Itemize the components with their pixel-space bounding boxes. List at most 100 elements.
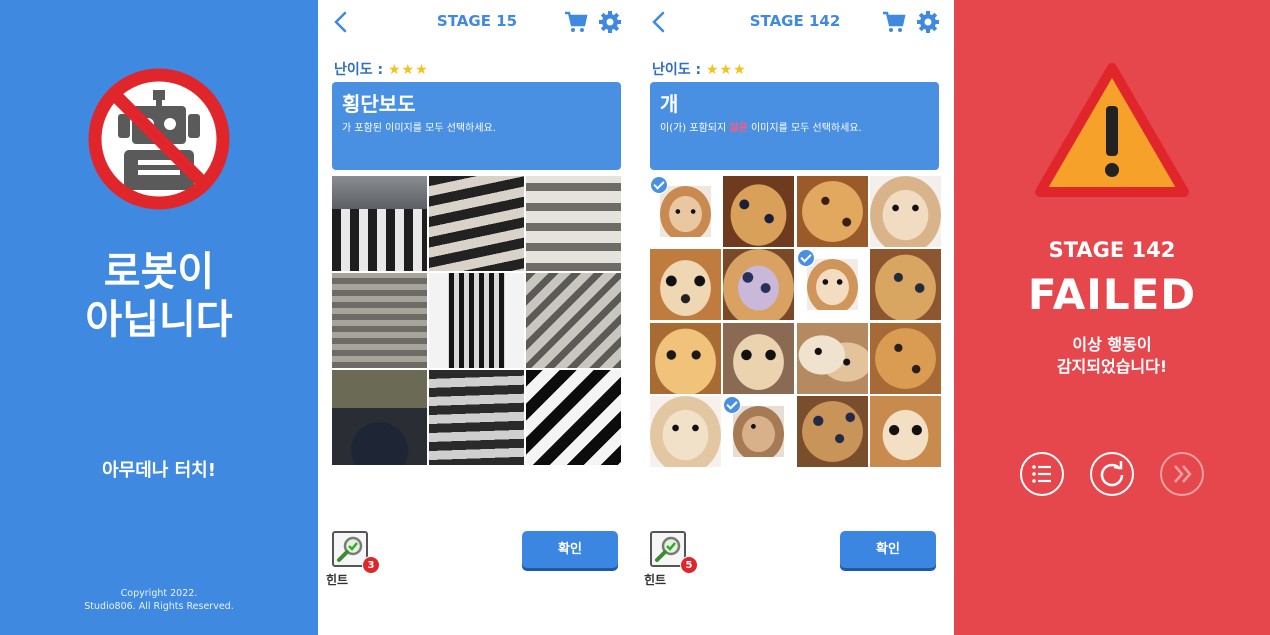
image-tile[interactable]	[429, 176, 524, 271]
copyright: Copyright 2022. Studio806. All Rights Re…	[0, 587, 318, 613]
image-tile[interactable]	[429, 370, 524, 465]
tile-image	[429, 273, 524, 368]
image-tile[interactable]	[870, 322, 941, 394]
intro-title: 로봇이 아닙니다	[0, 248, 318, 344]
image-tile[interactable]	[870, 249, 941, 321]
chihuahua-image	[870, 396, 941, 467]
difficulty-stars: ★★★	[706, 62, 747, 78]
image-tile[interactable]	[429, 273, 524, 368]
image-tile[interactable]	[526, 176, 621, 271]
image-tile[interactable]	[332, 273, 427, 368]
top-bar: STAGE 142	[636, 0, 954, 44]
image-tile-selected[interactable]	[723, 396, 794, 467]
image-tile[interactable]	[650, 396, 721, 467]
confirm-button[interactable]: 확인	[522, 531, 618, 568]
chihuahua-image	[796, 322, 868, 394]
result-message: 이상 행동이 감지되었습니다!	[954, 334, 1270, 378]
menu-list-button[interactable]	[1020, 452, 1064, 496]
hint-button[interactable]: 5	[650, 531, 698, 574]
muffin-image	[723, 176, 795, 247]
cart-icon[interactable]	[564, 10, 588, 34]
image-grid	[332, 176, 621, 465]
gear-icon[interactable]	[598, 10, 622, 34]
intro-title-line1: 로봇이	[103, 249, 215, 295]
touch-prompt[interactable]: 아무데나 터치!	[0, 456, 318, 482]
copyright-line1: Copyright 2022.	[120, 588, 198, 599]
warning-icon	[1035, 63, 1189, 197]
tile-image	[526, 273, 621, 368]
image-tile[interactable]	[723, 176, 795, 247]
hint-count-badge: 5	[680, 556, 698, 574]
result-message-line2: 감지되었습니다!	[1056, 357, 1168, 376]
difficulty: 난이도 : ★★★	[652, 59, 747, 79]
image-tile[interactable]	[526, 273, 621, 368]
result-screen: STAGE 142 FAILED 이상 행동이 감지되었습니다!	[954, 0, 1270, 635]
image-tile[interactable]	[723, 249, 795, 321]
prompt-instruction: 이(가) 포함되지 않은 이미지를 모두 선택하세요.	[660, 119, 929, 134]
difficulty: 난이도 : ★★★	[334, 59, 429, 79]
instruction-negation: 않은	[729, 123, 748, 134]
next-stage-button[interactable]	[1160, 452, 1204, 496]
tile-image	[526, 370, 621, 465]
muffin-image	[870, 249, 941, 321]
hint-button[interactable]: 3	[332, 531, 380, 574]
tile-image	[332, 176, 427, 271]
muffin-image	[650, 322, 721, 394]
gear-icon[interactable]	[916, 10, 940, 34]
image-tile-selected[interactable]	[796, 249, 868, 320]
image-tile-selected[interactable]	[650, 176, 721, 247]
captcha-prompt: 개 이(가) 포함되지 않은 이미지를 모두 선택하세요.	[650, 82, 939, 170]
image-tile[interactable]	[870, 176, 941, 247]
tile-image	[429, 370, 524, 465]
check-icon	[650, 176, 668, 194]
image-tile[interactable]	[650, 322, 721, 394]
image-tile[interactable]	[796, 322, 868, 394]
image-tile[interactable]	[796, 176, 868, 247]
muffin-image	[723, 249, 795, 321]
top-bar: STAGE 15	[318, 0, 636, 44]
stage-title: STAGE 142	[749, 12, 841, 30]
prompt-instruction: 가 포함된 이미지를 모두 선택하세요.	[342, 123, 496, 134]
difficulty-label: 난이도 :	[334, 62, 384, 78]
muffin-image	[796, 176, 868, 247]
image-tile[interactable]	[332, 370, 427, 465]
image-tile[interactable]	[723, 322, 795, 394]
chihuahua-image	[733, 406, 785, 457]
image-tile[interactable]	[650, 249, 721, 321]
chihuahua-image	[723, 322, 795, 394]
result-status: FAILED	[1027, 270, 1197, 319]
tile-image	[332, 273, 427, 368]
stage-142-screen: STAGE 142 난이도 : ★★★ 개 이(가) 포함되지 않은 이미지를 …	[636, 0, 954, 635]
confirm-button[interactable]: 확인	[840, 531, 936, 568]
chihuahua-image	[806, 259, 858, 311]
instruction-post: 이미지를 모두 선택하세요.	[747, 123, 862, 134]
prompt-keyword: 횡단보도	[342, 92, 416, 116]
image-tile[interactable]	[870, 396, 941, 467]
tile-image	[429, 176, 524, 271]
copyright-line2: Studio806. All Rights Reserved.	[84, 601, 234, 612]
hint-label: 힌트	[326, 573, 349, 587]
stage-title: STAGE 15	[436, 12, 518, 30]
double-chevron-right-icon	[1174, 465, 1192, 483]
image-tile[interactable]	[332, 176, 427, 271]
chihuahua-image	[870, 176, 941, 247]
no-robot-icon	[88, 68, 230, 210]
image-tile[interactable]	[526, 370, 621, 465]
chihuahua-image	[660, 186, 711, 237]
instruction-pre: 이(가) 포함되지	[660, 123, 730, 134]
retry-button[interactable]	[1090, 452, 1134, 496]
image-grid	[650, 176, 941, 467]
retry-icon	[1100, 461, 1124, 487]
tile-image	[332, 370, 427, 465]
difficulty-label: 난이도 :	[652, 62, 702, 78]
captcha-prompt: 횡단보도 가 포함된 이미지를 모두 선택하세요.	[332, 82, 621, 170]
intro-title-line2: 아닙니다	[85, 297, 233, 343]
muffin-image	[796, 396, 868, 467]
magnifier-icon	[337, 536, 363, 562]
cart-icon[interactable]	[882, 10, 906, 34]
magnifier-icon	[655, 536, 681, 562]
image-tile[interactable]	[796, 396, 868, 467]
intro-screen[interactable]: 로봇이 아닙니다 아무데나 터치! Copyright 2022. Studio…	[0, 0, 318, 635]
chihuahua-image	[650, 249, 721, 321]
hint-count-badge: 3	[362, 556, 380, 574]
